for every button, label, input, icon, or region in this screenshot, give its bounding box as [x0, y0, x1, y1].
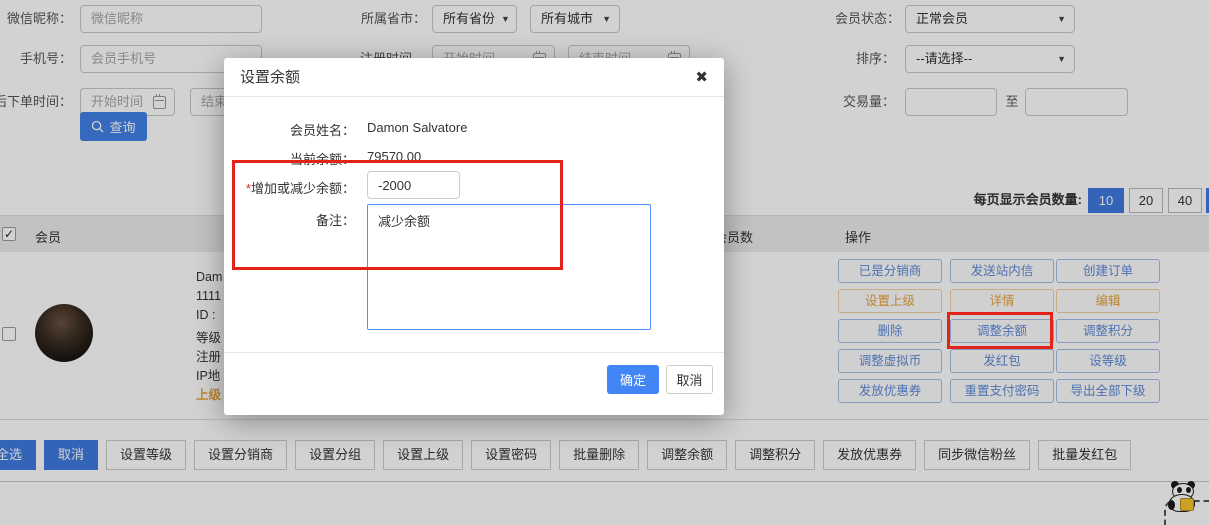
modal-title: 设置余额 [240, 58, 300, 97]
cancel-button[interactable]: 取消 [666, 365, 713, 394]
confirm-button[interactable]: 确定 [607, 365, 659, 394]
member-management-page: 微信昵称： 微信昵称 手机号： 会员手机号 最后下单时间： 开始时间 结束时间 … [0, 0, 1209, 525]
annotation-box-adjust-balance-button [947, 312, 1053, 349]
modal-header: 设置余额 ✖ [224, 58, 724, 97]
annotation-box-modal-fields [232, 160, 563, 270]
modal-footer: 确定 取消 [224, 352, 724, 415]
member-name-value: Damon Salvatore [367, 120, 467, 135]
close-icon[interactable]: ✖ [695, 58, 708, 97]
member-name-label: 会员姓名： [224, 120, 355, 139]
